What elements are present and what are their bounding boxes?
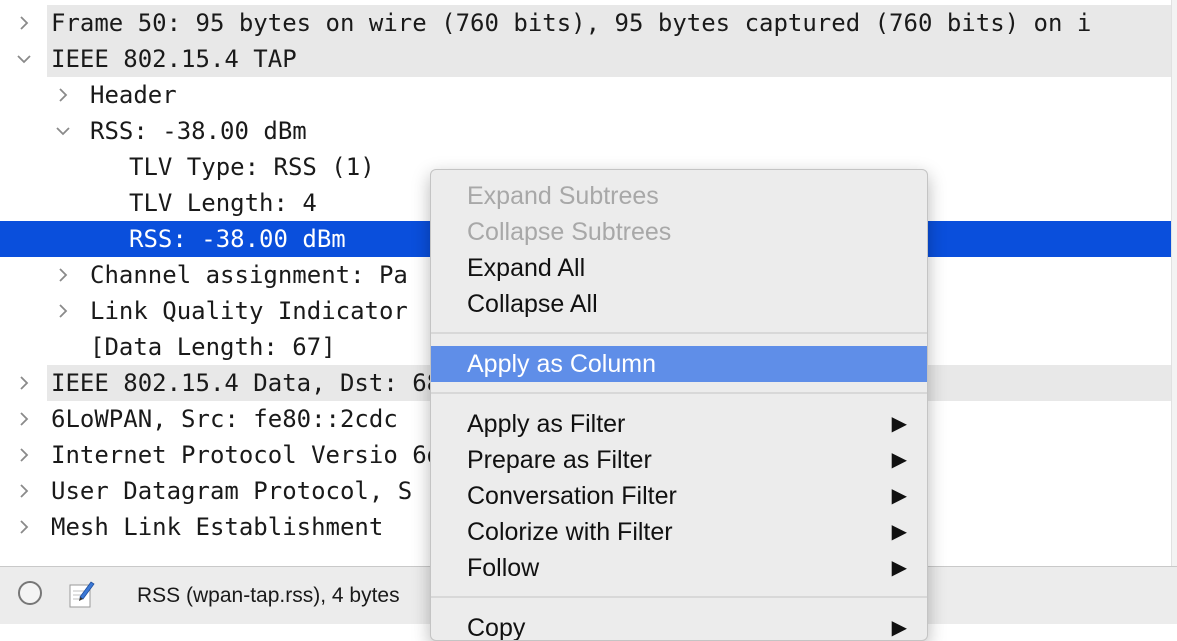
chevron-down-icon[interactable]: [16, 41, 34, 77]
chevron-right-icon[interactable]: [16, 437, 34, 473]
chevron-right-icon[interactable]: [16, 509, 34, 545]
menu-separator: [431, 596, 927, 598]
chevron-right-icon[interactable]: [16, 5, 34, 41]
tree-row-label: Mesh Link Establishment: [51, 513, 384, 541]
menu-separator: [431, 392, 927, 394]
chevron-right-icon[interactable]: [55, 293, 73, 329]
menu-separator: [431, 332, 927, 334]
chevron-right-icon[interactable]: [16, 365, 34, 401]
chevron-right-icon[interactable]: [16, 473, 34, 509]
submenu-arrow-icon: ▶: [891, 485, 907, 507]
tree-row-label: Frame 50: 95 bytes on wire (760 bits), 9…: [51, 9, 1092, 37]
tree-row-label: TLV Type: RSS (1): [129, 153, 375, 181]
menu-item-expand-all[interactable]: Expand All: [431, 250, 927, 286]
tree-row-label: IEEE 802.15.4 TAP: [51, 45, 297, 73]
submenu-arrow-icon: ▶: [891, 449, 907, 471]
context-menu: Expand Subtrees Collapse Subtrees Expand A…: [430, 169, 928, 641]
menu-item-label: Follow: [467, 554, 540, 582]
menu-item-collapse-subtrees[interactable]: Collapse Subtrees: [431, 214, 927, 250]
menu-item-conversation-filter[interactable]: Conversation Filter ▶: [431, 478, 927, 514]
menu-item-collapse-all[interactable]: Collapse All: [431, 286, 927, 322]
edit-capture-icon[interactable]: [68, 579, 96, 609]
chevron-right-icon[interactable]: [55, 257, 73, 293]
menu-item-label: Copy: [467, 614, 526, 641]
tree-row[interactable]: RSS: -38.00 dBm: [0, 113, 1172, 149]
menu-item-label: Prepare as Filter: [467, 446, 652, 474]
menu-item-label: Colorize with Filter: [467, 518, 673, 546]
menu-item-label: Expand Subtrees: [467, 182, 659, 210]
tree-row-label: Channel assignment: Pa: [90, 261, 408, 289]
tree-row-label: TLV Length: 4: [129, 189, 317, 217]
menu-item-label: Conversation Filter: [467, 482, 677, 510]
tree-row-label: Header: [90, 81, 177, 109]
menu-item-label: Expand All: [467, 254, 586, 282]
menu-item-colorize-with-filter[interactable]: Colorize with Filter ▶: [431, 514, 927, 550]
chevron-right-icon[interactable]: [55, 77, 73, 113]
submenu-arrow-icon: ▶: [891, 617, 907, 639]
tree-row-label: [Data Length: 67]: [90, 333, 336, 361]
tree-scrollbar[interactable]: [1171, 0, 1177, 566]
menu-item-copy[interactable]: Copy ▶: [431, 610, 927, 641]
menu-item-prepare-as-filter[interactable]: Prepare as Filter ▶: [431, 442, 927, 478]
submenu-arrow-icon: ▶: [891, 521, 907, 543]
tree-row-label: RSS: -38.00 dBm: [90, 117, 307, 145]
submenu-arrow-icon: ▶: [891, 413, 907, 435]
menu-item-label: Apply as Filter: [467, 410, 626, 438]
status-text: RSS (wpan-tap.rss), 4 bytes: [137, 584, 400, 607]
circle-icon[interactable]: [18, 581, 42, 605]
menu-item-apply-as-column[interactable]: Apply as Column: [431, 346, 927, 382]
menu-item-label: Apply as Column: [467, 350, 656, 378]
chevron-right-icon[interactable]: [16, 401, 34, 437]
tree-row-label: 6LoWPAN, Src: fe80::2cdc: [51, 405, 398, 433]
tree-row-label: RSS: -38.00 dBm: [129, 225, 346, 253]
menu-item-label: Collapse All: [467, 290, 598, 318]
tree-row[interactable]: Frame 50: 95 bytes on wire (760 bits), 9…: [0, 5, 1172, 41]
chevron-down-icon[interactable]: [55, 113, 73, 149]
menu-item-follow[interactable]: Follow ▶: [431, 550, 927, 586]
tree-row-label: User Datagram Protocol, S: [51, 477, 413, 505]
menu-item-label: Collapse Subtrees: [467, 218, 672, 246]
tree-row[interactable]: Header: [0, 77, 1172, 113]
tree-row-label: Link Quality Indicator: [90, 297, 408, 325]
submenu-arrow-icon: ▶: [891, 557, 907, 579]
menu-item-expand-subtrees[interactable]: Expand Subtrees: [431, 178, 927, 214]
tree-row[interactable]: IEEE 802.15.4 TAP: [0, 41, 1172, 77]
menu-item-apply-as-filter[interactable]: Apply as Filter ▶: [431, 406, 927, 442]
